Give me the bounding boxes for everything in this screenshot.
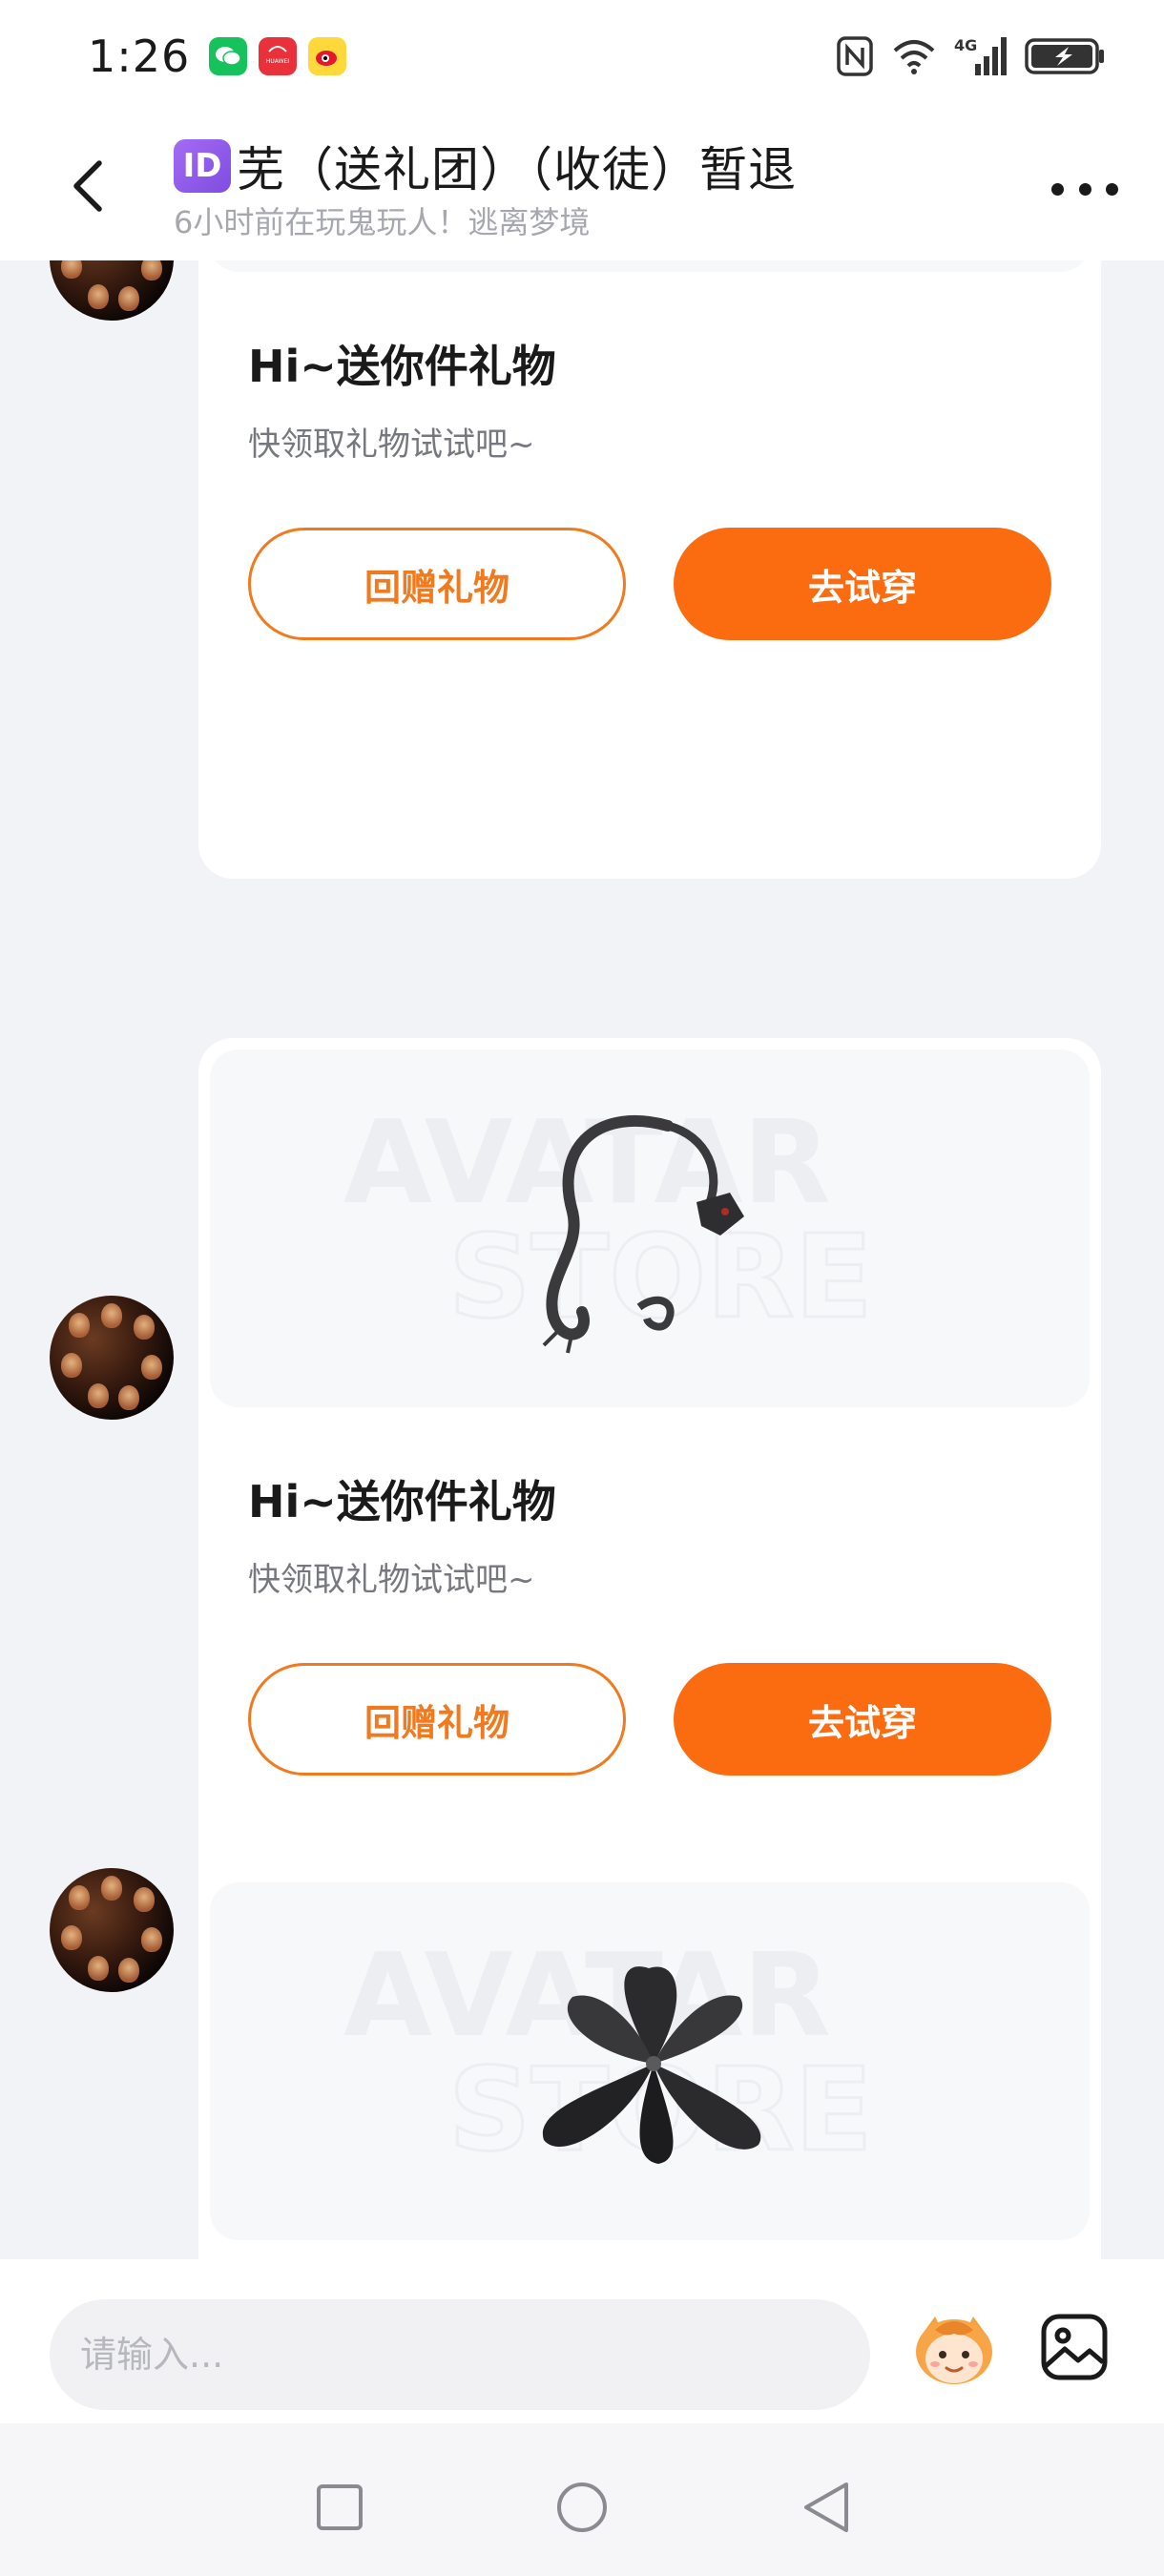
status-time: 1:26 [88, 31, 191, 82]
dragon-icon [542, 1114, 744, 1354]
more-dot-icon [1051, 182, 1064, 196]
card-title: Hi~送你件礼物 [248, 1476, 556, 1527]
back-nav-button[interactable] [798, 2479, 855, 2536]
system-indicators: 4G [836, 35, 1105, 77]
weibo-icon [308, 37, 347, 75]
chat-subtitle: 6小时前在玩鬼玩人！逃离梦境 [174, 204, 591, 240]
message-input[interactable] [50, 2299, 870, 2410]
status-bar: 1:26 HUAWEI 4G [0, 0, 1164, 113]
svg-text:HUAWEI: HUAWEI [266, 58, 289, 65]
cellular-signal-icon: 4G [954, 36, 1007, 75]
return-gift-button[interactable]: 回赠礼物 [248, 528, 626, 640]
circle-icon [557, 2483, 607, 2532]
try-on-button[interactable]: 去试穿 [674, 528, 1051, 640]
notification-icons: HUAWEI [209, 37, 347, 75]
message-input-bar [0, 2259, 1164, 2423]
black-flower-icon [542, 1966, 761, 2164]
svg-text:STORE: STORE [448, 260, 873, 272]
chat-header: ID 芜（送礼团）（收徒）暂退 6小时前在玩鬼玩人！逃离梦境 [0, 113, 1164, 260]
card-subtitle: 快领取礼物试试吧~ [248, 1561, 535, 1599]
card-subtitle: 快领取礼物试试吧~ [248, 426, 535, 464]
chat-title: 芜（送礼团）（收徒）暂退 [237, 142, 797, 197]
image-icon [1041, 2314, 1108, 2380]
wechat-icon [209, 37, 248, 75]
gift-image-flower[interactable]: AVATAR STORE [210, 1882, 1090, 2240]
system-navigation-bar [0, 2423, 1164, 2576]
card-title: Hi~送你件礼物 [248, 341, 556, 392]
id-badge: ID [174, 139, 231, 193]
image-upload-button[interactable] [1036, 2299, 1112, 2395]
home-button[interactable] [553, 2479, 611, 2536]
more-dot-icon [1078, 182, 1091, 196]
gift-card: AVATAR STORE Hi~送你件礼物 快领取礼物试试吧~ 回赠礼物 去试穿 [198, 260, 1101, 879]
gift-card: AVATAR STORE Hi~送你件礼物 快领取礼物试试吧~ 回赠礼物 去试穿 [198, 1038, 1101, 2014]
huawei-app-icon: HUAWEI [259, 37, 298, 75]
svg-text:4G: 4G [954, 36, 977, 54]
recent-apps-button[interactable] [311, 2479, 368, 2536]
try-on-button[interactable]: 去试穿 [674, 1663, 1051, 1776]
chat-message-list[interactable]: AVATAR STORE Hi~送你件礼物 快领取礼物试试吧~ 回赠礼物 去试穿 [0, 260, 1164, 2259]
avatar[interactable] [50, 1296, 174, 1420]
battery-charging-icon [1025, 38, 1104, 74]
chat-screen: 1:26 HUAWEI 4G ID 芜（送礼团）（收徒）暂退 6小时前在玩鬼玩人… [0, 0, 1164, 2576]
square-icon [317, 2484, 363, 2530]
mascot-emoji-icon [916, 2316, 992, 2384]
title-row[interactable]: ID 芜（送礼团）（收徒）暂退 [174, 132, 797, 200]
gift-image-shirt[interactable]: AVATAR STORE [210, 260, 1090, 272]
sticker-button[interactable] [906, 2299, 1002, 2395]
chevron-left-icon [73, 160, 102, 212]
gift-image-dragon[interactable]: AVATAR STORE [210, 1049, 1090, 1407]
back-button[interactable] [59, 153, 116, 219]
more-options-button[interactable] [1051, 170, 1118, 208]
triangle-back-icon [804, 2483, 848, 2532]
avatar[interactable] [50, 260, 174, 321]
wifi-icon [893, 40, 935, 74]
more-dot-icon [1106, 182, 1118, 196]
avatar-store-watermark: AVATAR STORE [447, 260, 875, 272]
return-gift-button[interactable]: 回赠礼物 [248, 1663, 626, 1776]
nfc-icon [837, 36, 873, 76]
avatar[interactable] [50, 1868, 174, 1992]
gift-card: AVATAR STORE [198, 1871, 1101, 2259]
